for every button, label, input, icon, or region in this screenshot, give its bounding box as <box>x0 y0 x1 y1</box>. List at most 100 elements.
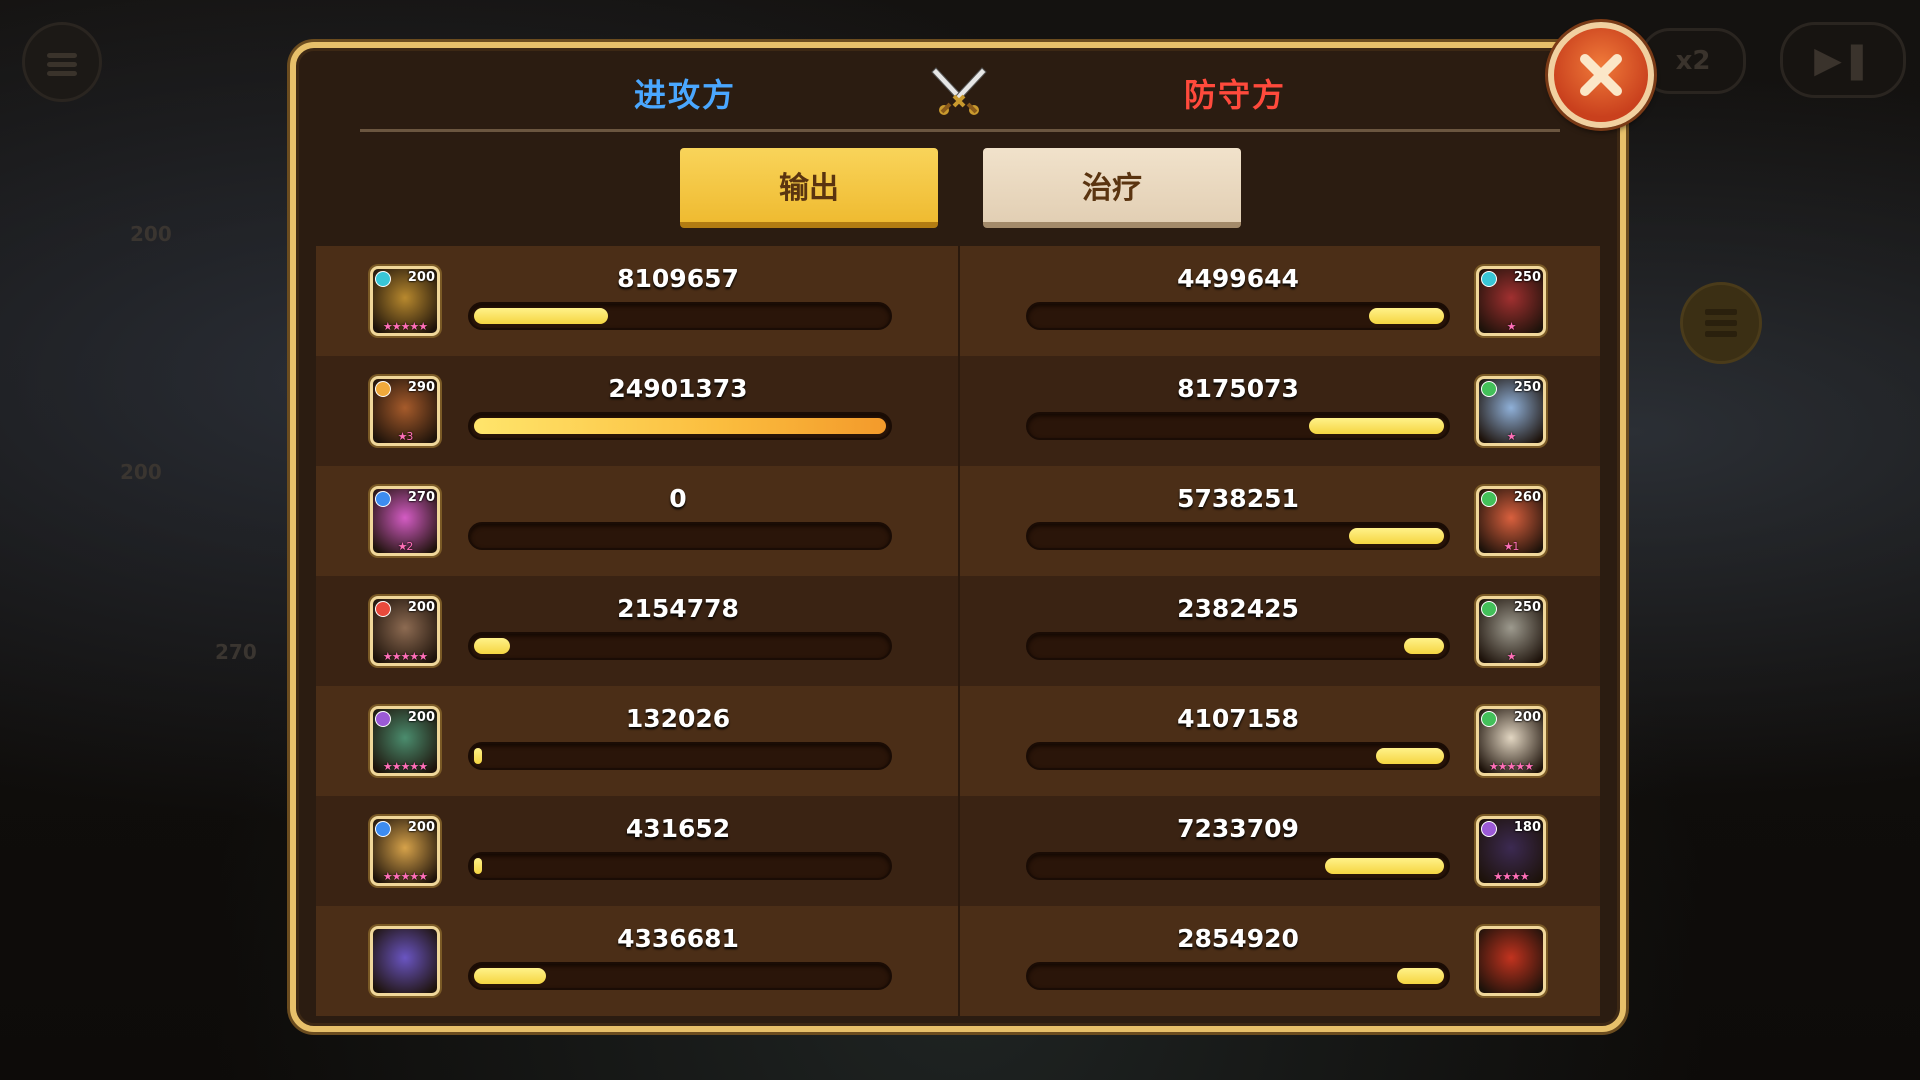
damage-bar-fill <box>1309 418 1444 434</box>
crossed-swords-icon <box>931 67 987 115</box>
defender-damage-bar <box>1026 742 1450 770</box>
damage-bar-fill <box>474 638 510 654</box>
damage-bar-fill <box>474 968 546 984</box>
element-icon <box>375 491 391 507</box>
attacker-hero-avatar: 200 ★★★★★ <box>370 816 440 886</box>
hero-level: 200 <box>407 710 435 725</box>
element-icon <box>1481 601 1497 617</box>
element-icon <box>375 381 391 397</box>
attacker-damage-value: 2154778 <box>617 594 739 623</box>
hero-level: 200 <box>407 600 435 615</box>
close-button[interactable] <box>1548 22 1654 128</box>
defender-hero-avatar: 250 ★ <box>1476 376 1546 446</box>
defender-hero-avatar: 200 ★★★★★ <box>1476 706 1546 776</box>
header-divider <box>360 129 1560 132</box>
attacker-damage-bar <box>468 742 892 770</box>
hero-stars: ★★★★★ <box>382 650 428 663</box>
attacker-damage-value: 4336681 <box>617 924 739 953</box>
hero-stars: ★2 <box>397 540 414 553</box>
hero-level: 200 <box>407 820 435 835</box>
defender-damage-bar <box>1026 302 1450 330</box>
hero-stars: ★3 <box>397 430 414 443</box>
hero-level: 180 <box>1513 820 1541 835</box>
defender-damage-value: 2382425 <box>1177 594 1299 623</box>
element-icon <box>1481 491 1497 507</box>
hero-level: 250 <box>1513 270 1541 285</box>
column-divider <box>958 796 960 906</box>
attacker-damage-bar <box>468 962 892 990</box>
defender-damage-value: 5738251 <box>1177 484 1299 513</box>
element-icon <box>1481 381 1497 397</box>
bg-level-text: 270 <box>215 640 257 664</box>
damage-bar-fill <box>1325 858 1444 874</box>
defender-hero-avatar: 260 ★1 <box>1476 486 1546 556</box>
defender-hero-avatar: 250 ★ <box>1476 596 1546 666</box>
element-icon <box>375 711 391 727</box>
hero-stars: ★ <box>1506 650 1517 663</box>
hero-level: 270 <box>407 490 435 505</box>
column-divider <box>958 906 960 1016</box>
attacker-damage-value: 8109657 <box>617 264 739 293</box>
hero-level: 260 <box>1513 490 1541 505</box>
stats-row: 200 ★★★★★ 132026 4107158 200 ★★★★★ <box>316 686 1600 796</box>
element-icon <box>375 601 391 617</box>
attacker-damage-bar <box>468 632 892 660</box>
list-icon <box>1680 282 1762 364</box>
damage-bar-fill <box>1369 308 1444 324</box>
column-divider <box>958 356 960 466</box>
attacker-damage-bar <box>468 522 892 550</box>
element-icon <box>1481 821 1497 837</box>
damage-bar-fill <box>474 418 886 434</box>
defender-damage-bar <box>1026 962 1450 990</box>
bg-level-text: 200 <box>120 460 162 484</box>
defender-damage-value: 2854920 <box>1177 924 1299 953</box>
damage-bar-fill <box>1397 968 1444 984</box>
attacker-damage-value: 431652 <box>625 814 731 843</box>
attacker-hero-avatar: 200 ★★★★★ <box>370 266 440 336</box>
hero-stars: ★1 <box>1503 540 1520 553</box>
attacker-damage-bar <box>468 412 892 440</box>
defender-damage-bar <box>1026 632 1450 660</box>
game-menu-button <box>22 22 102 102</box>
attacker-hero-avatar: 200 ★★★★★ <box>370 706 440 776</box>
stats-row: 4336681 2854920 <box>316 906 1600 1016</box>
hero-stars: ★★★★ <box>1493 870 1529 883</box>
hero-stars: ★★★★★ <box>382 760 428 773</box>
hero-stars: ★ <box>1506 320 1517 333</box>
hero-level: 250 <box>1513 600 1541 615</box>
tab-output[interactable]: 输出 <box>680 148 938 228</box>
defender-damage-bar <box>1026 522 1450 550</box>
hero-stars: ★★★★★ <box>382 870 428 883</box>
damage-bar-fill <box>474 748 482 764</box>
attacker-damage-bar <box>468 852 892 880</box>
bg-level-text: 200 <box>130 222 172 246</box>
element-icon <box>1481 711 1497 727</box>
skip-button: ▶❚ <box>1780 22 1906 98</box>
stats-row: 200 ★★★★★ 431652 7233709 180 ★★★★ <box>316 796 1600 906</box>
hero-level: 250 <box>1513 380 1541 395</box>
attacker-hero-avatar <box>370 926 440 996</box>
column-divider <box>958 466 960 576</box>
hero-level: 200 <box>407 270 435 285</box>
damage-bar-fill <box>474 858 482 874</box>
attacker-damage-value: 0 <box>669 484 687 513</box>
defender-damage-value: 4107158 <box>1177 704 1299 733</box>
hero-level: 200 <box>1513 710 1541 725</box>
attacker-hero-avatar: 200 ★★★★★ <box>370 596 440 666</box>
defender-damage-value: 4499644 <box>1177 264 1299 293</box>
stats-row: 290 ★3 24901373 8175073 250 ★ <box>316 356 1600 466</box>
column-divider <box>958 246 960 356</box>
attacker-damage-bar <box>468 302 892 330</box>
damage-bar-fill <box>1404 638 1444 654</box>
damage-bar-fill <box>474 308 608 324</box>
hero-stars: ★★★★★ <box>1488 760 1534 773</box>
defender-damage-bar <box>1026 412 1450 440</box>
hero-level: 290 <box>407 380 435 395</box>
defender-damage-value: 8175073 <box>1177 374 1299 403</box>
tab-heal[interactable]: 治疗 <box>983 148 1241 228</box>
stats-row: 270 ★2 0 5738251 260 ★1 <box>316 466 1600 576</box>
hero-stars: ★★★★★ <box>382 320 428 333</box>
attacker-damage-value: 24901373 <box>608 374 748 403</box>
stats-table: 200 ★★★★★ 8109657 4499644 250 ★ 290 ★3 24901373 8… <box>316 246 1600 1016</box>
attacker-hero-avatar: 290 ★3 <box>370 376 440 446</box>
